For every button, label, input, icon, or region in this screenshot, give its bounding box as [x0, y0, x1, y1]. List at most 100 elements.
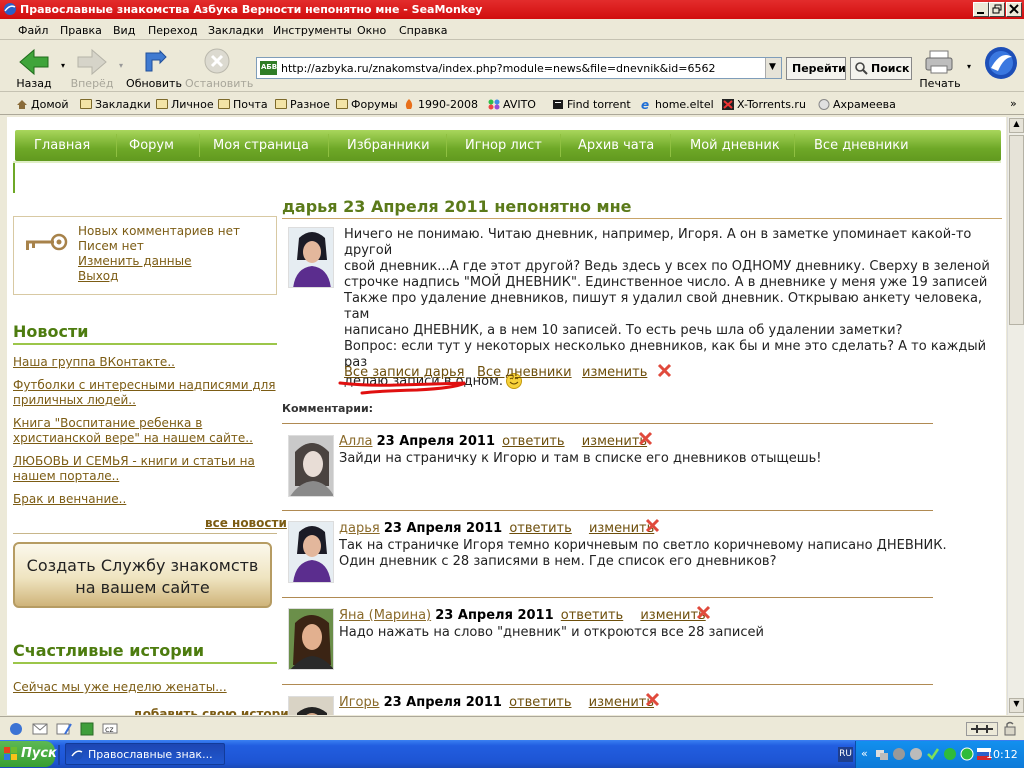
add-story-link[interactable]: добавить свою историю [133, 707, 300, 715]
tray-update-icon[interactable] [960, 747, 974, 761]
bookmark-akhrameeva[interactable]: Ахрамеева [818, 98, 896, 111]
comment-author[interactable]: Яна (Марина) [339, 608, 431, 623]
nav-home[interactable]: Главная [34, 138, 90, 153]
tray-check-icon[interactable] [926, 747, 940, 761]
menu-go[interactable]: Переход [148, 24, 198, 37]
nav-all-diaries[interactable]: Все дневники [814, 138, 909, 153]
bookmark-folder-bookmarks[interactable]: Закладки [80, 98, 151, 111]
all-diaries-link[interactable]: Все дневники [477, 365, 572, 380]
delete-post-icon[interactable] [657, 363, 672, 378]
window-titlebar[interactable]: Православные знакомства Азбука Верности … [0, 0, 1024, 19]
forward-dropdown-icon[interactable]: ▾ [119, 61, 123, 70]
menu-edit[interactable]: Правка [60, 24, 102, 37]
new-comments-status[interactable]: Новых комментариев нет [78, 224, 240, 238]
composer-icon[interactable] [56, 722, 72, 736]
nav-favorites[interactable]: Избранники [347, 138, 430, 153]
reply-link[interactable]: ответить [509, 695, 571, 710]
delete-comment-icon[interactable] [638, 431, 653, 446]
logout-link[interactable]: Выход [78, 269, 118, 283]
back-dropdown-icon[interactable]: ▾ [61, 61, 65, 70]
start-button[interactable]: Пуск [0, 741, 57, 767]
all-news-link[interactable]: все новости [205, 516, 287, 530]
address-book-icon[interactable] [80, 722, 94, 736]
restore-button[interactable] [989, 2, 1005, 17]
bookmark-home-eltel[interactable]: e home.eltel [640, 98, 714, 111]
all-user-posts-link[interactable]: Все записи дарья [344, 365, 464, 380]
avatar[interactable] [288, 435, 334, 497]
forward-button[interactable]: Вперёд [68, 47, 116, 91]
bookmark-x-torrents[interactable]: X-Torrents.ru [722, 98, 806, 111]
print-button[interactable]: Печать [916, 47, 964, 91]
url-field[interactable]: АБВ http://azbyka.ru/znakomstva/index.ph… [256, 57, 782, 79]
scroll-up-icon[interactable]: ▲ [1009, 118, 1024, 133]
scroll-thumb[interactable] [1009, 135, 1024, 325]
delete-comment-icon[interactable] [696, 605, 711, 620]
bookmark-1990-2008[interactable]: 1990-2008 [403, 98, 478, 111]
minimize-button[interactable] [973, 2, 989, 17]
nav-ignore-list[interactable]: Игнор лист [465, 138, 542, 153]
nav-chat-archive[interactable]: Архив чата [578, 138, 654, 153]
tray-clover-icon[interactable] [943, 747, 957, 761]
search-button[interactable]: Поиск [850, 57, 912, 80]
delete-comment-icon[interactable] [645, 692, 660, 707]
reload-button[interactable]: Обновить [126, 47, 182, 91]
create-service-banner[interactable]: Создать Службу знакомств на вашем сайте [13, 542, 272, 608]
close-button[interactable] [1006, 2, 1022, 17]
comment-author[interactable]: дарья [339, 521, 380, 536]
chat-icon[interactable]: cz [102, 722, 118, 736]
news-item[interactable]: Футболки с интересными надписями для при… [13, 378, 277, 408]
comment-author[interactable]: Игорь [339, 695, 379, 710]
bookmark-folder-mail[interactable]: Почта [218, 98, 268, 111]
reply-link[interactable]: ответить [509, 521, 571, 536]
tray-disk-icon[interactable] [892, 747, 906, 761]
bookmark-folder-forums[interactable]: Форумы [336, 98, 398, 111]
menu-view[interactable]: Вид [113, 24, 135, 37]
nav-forum[interactable]: Форум [129, 138, 174, 153]
language-indicator[interactable]: RU [838, 747, 853, 762]
comment-author[interactable]: Алла [339, 434, 372, 449]
bookmark-folder-personal[interactable]: Личное [156, 98, 214, 111]
back-button[interactable]: Назад [10, 47, 58, 91]
menu-window[interactable]: Окно [357, 24, 386, 37]
security-lock-icon[interactable] [1003, 721, 1017, 736]
bookmark-folder-misc[interactable]: Разное [275, 98, 330, 111]
tray-network-icon[interactable] [875, 747, 889, 761]
stop-button[interactable]: Остановить [185, 47, 253, 91]
menu-file[interactable]: Файл [18, 24, 48, 37]
tray-security-icon[interactable] [909, 747, 923, 761]
story-item[interactable]: Сейчас мы уже неделю женаты... [13, 680, 227, 694]
bookmarks-overflow-icon[interactable]: » [1010, 97, 1017, 110]
news-item[interactable]: Наша группа ВКонтакте.. [13, 355, 277, 370]
bookmark-avito[interactable]: AVITO [488, 98, 536, 111]
seamonkey-throbber-icon[interactable] [984, 46, 1018, 80]
print-dropdown-icon[interactable]: ▾ [967, 62, 971, 71]
bookmark-find-torrent[interactable]: Find torrent [552, 98, 631, 111]
menu-bookmarks[interactable]: Закладки [208, 24, 264, 37]
reply-link[interactable]: ответить [561, 608, 623, 623]
url-dropdown-icon[interactable]: ▼ [765, 58, 781, 78]
avatar[interactable] [288, 608, 334, 670]
menu-help[interactable]: Справка [399, 24, 447, 37]
go-button[interactable]: Перейти [786, 57, 846, 80]
news-item[interactable]: ЛЮБОВЬ И СЕМЬЯ - книги и статьи на нашем… [13, 454, 277, 484]
delete-comment-icon[interactable] [645, 518, 660, 533]
scroll-down-icon[interactable]: ▼ [1009, 698, 1024, 713]
nav-my-page[interactable]: Моя страница [213, 138, 309, 153]
edit-post-link[interactable]: изменить [582, 365, 647, 380]
navigator-icon[interactable] [9, 722, 23, 736]
news-item[interactable]: Брак и венчание.. [13, 492, 277, 507]
letters-status[interactable]: Писем нет [78, 239, 144, 253]
avatar[interactable] [288, 227, 334, 288]
avatar[interactable] [288, 521, 334, 583]
reply-link[interactable]: ответить [502, 434, 564, 449]
nav-my-diary[interactable]: Мой дневник [690, 138, 780, 153]
edit-profile-link[interactable]: Изменить данные [78, 254, 192, 268]
avatar[interactable] [288, 696, 334, 715]
vertical-scrollbar[interactable]: ▲ ▼ [1007, 117, 1024, 715]
tray-expand-icon[interactable]: « [861, 747, 868, 760]
news-item[interactable]: Книга "Воспитание ребенка в христианской… [13, 416, 277, 446]
bookmark-home[interactable]: Домой [16, 98, 69, 111]
taskbar-window-item[interactable]: Православные знак... [65, 743, 225, 765]
menu-tools[interactable]: Инструменты [273, 24, 352, 37]
mail-icon[interactable] [32, 723, 48, 735]
